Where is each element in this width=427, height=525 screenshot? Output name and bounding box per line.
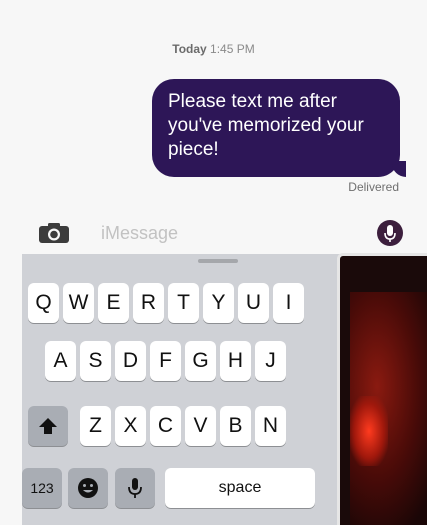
emoji-icon: [78, 478, 98, 498]
sent-message-bubble[interactable]: Please text me after you've memorized yo…: [152, 79, 406, 177]
shift-icon: [39, 418, 57, 434]
key-z[interactable]: Z: [80, 406, 111, 446]
keyboard-handle[interactable]: [198, 259, 238, 263]
key-j[interactable]: J: [255, 341, 286, 381]
key-c[interactable]: C: [150, 406, 181, 446]
key-t[interactable]: T: [168, 283, 199, 323]
dictation-key[interactable]: [115, 468, 155, 508]
messages-screen: Today 1:45 PM Please text me after you'v…: [0, 0, 427, 525]
delivery-status: Delivered: [348, 180, 399, 194]
key-f[interactable]: F: [150, 341, 181, 381]
key-s[interactable]: S: [80, 341, 111, 381]
dictation-icon: [128, 478, 142, 498]
timestamp: Today 1:45 PM: [0, 42, 427, 56]
key-x[interactable]: X: [115, 406, 146, 446]
key-q[interactable]: Q: [28, 283, 59, 323]
key-i[interactable]: I: [273, 283, 304, 323]
message-text: Please text me after you've memorized yo…: [168, 91, 364, 160]
timestamp-day: Today: [172, 42, 207, 56]
space-key[interactable]: space: [165, 468, 315, 508]
key-v[interactable]: V: [185, 406, 216, 446]
key-b[interactable]: B: [220, 406, 251, 446]
microphone-icon[interactable]: [377, 220, 403, 246]
camera-icon[interactable]: [38, 222, 70, 244]
video-preview[interactable]: [337, 253, 427, 525]
key-h[interactable]: H: [220, 341, 251, 381]
key-r[interactable]: R: [133, 283, 164, 323]
key-y[interactable]: Y: [203, 283, 234, 323]
key-d[interactable]: D: [115, 341, 146, 381]
key-n[interactable]: N: [255, 406, 286, 446]
emoji-key[interactable]: [68, 468, 108, 508]
key-a[interactable]: A: [45, 341, 76, 381]
imessage-placeholder: iMessage: [101, 223, 179, 243]
video-highlight: [350, 396, 388, 466]
key-u[interactable]: U: [238, 283, 269, 323]
message-input-bar: iMessage: [0, 208, 427, 254]
numbers-key[interactable]: 123: [22, 468, 62, 508]
imessage-field[interactable]: iMessage: [90, 214, 412, 252]
shift-key[interactable]: [28, 406, 68, 446]
key-w[interactable]: W: [63, 283, 94, 323]
key-e[interactable]: E: [98, 283, 129, 323]
key-g[interactable]: G: [185, 341, 216, 381]
timestamp-time: 1:45 PM: [210, 42, 255, 56]
keyboard: Q W E R T Y U I A S D F G H J Z X C V B …: [22, 254, 362, 525]
